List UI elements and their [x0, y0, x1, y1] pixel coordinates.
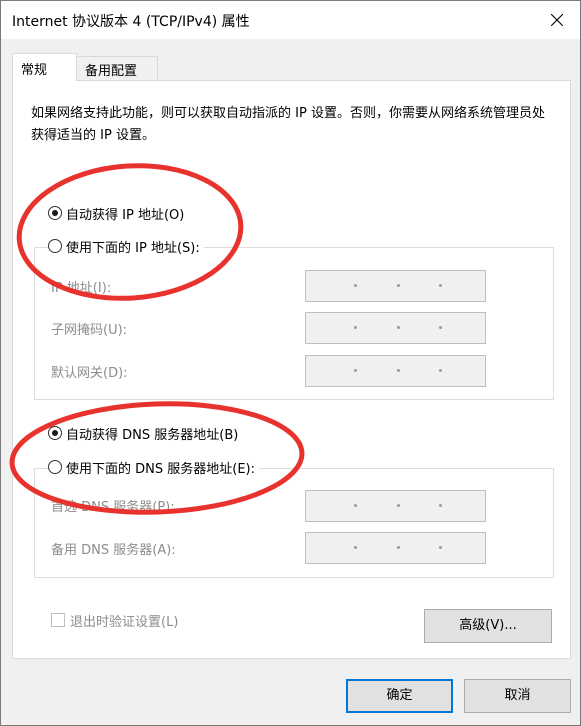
preferred-dns-input[interactable]: [305, 490, 486, 522]
default-gateway-input[interactable]: [305, 355, 486, 387]
manual-dns-radio-indicator: [48, 460, 62, 474]
close-button[interactable]: [534, 1, 580, 39]
validate-on-exit-checkbox-box: [51, 613, 65, 627]
tab-alternate-configuration[interactable]: 备用配置: [76, 56, 158, 82]
tab-alternate-label: 备用配置: [85, 64, 138, 79]
validate-on-exit-label: 退出时验证设置(L): [70, 614, 179, 630]
properties-dialog: Internet 协议版本 4 (TCP/IPv4) 属性 常规 备用配置 如果…: [0, 0, 581, 726]
ip-address-input[interactable]: [305, 270, 486, 302]
ip-address-label: IP 地址(I):: [51, 281, 112, 296]
general-tab-panel: 如果网络支持此功能，则可以获取自动指派的 IP 设置。否则，你需要从网络系统管理…: [12, 80, 571, 659]
cancel-button[interactable]: 取消: [464, 679, 571, 713]
auto-dns-radio-indicator: [48, 426, 62, 440]
description-text: 如果网络支持此功能，则可以获取自动指派的 IP 设置。否则，你需要从网络系统管理…: [31, 106, 545, 143]
default-gateway-label: 默认网关(D):: [51, 366, 128, 381]
validate-on-exit-checkbox[interactable]: 退出时验证设置(L): [51, 611, 179, 630]
subnet-mask-input[interactable]: [305, 312, 486, 344]
preferred-dns-label: 首选 DNS 服务器(P):: [51, 500, 175, 515]
tab-general-label: 常规: [21, 63, 48, 78]
auto-ip-radio-indicator: [48, 206, 62, 220]
manual-dns-label: 使用下面的 DNS 服务器地址(E):: [66, 461, 255, 477]
tab-general[interactable]: 常规: [12, 53, 77, 81]
title-bar: Internet 协议版本 4 (TCP/IPv4) 属性: [1, 1, 580, 39]
alternate-dns-label: 备用 DNS 服务器(A):: [51, 543, 176, 558]
advanced-button[interactable]: 高级(V)...: [424, 609, 552, 643]
manual-ip-radio-indicator: [48, 239, 62, 253]
manual-ip-label: 使用下面的 IP 地址(S):: [66, 240, 200, 256]
manual-dns-radio[interactable]: 使用下面的 DNS 服务器地址(E):: [48, 457, 259, 477]
auto-dns-label: 自动获得 DNS 服务器地址(B): [66, 427, 239, 443]
auto-dns-radio[interactable]: 自动获得 DNS 服务器地址(B): [48, 423, 238, 443]
alternate-dns-input[interactable]: [305, 532, 486, 564]
auto-ip-radio[interactable]: 自动获得 IP 地址(O): [48, 203, 184, 223]
ok-button[interactable]: 确定: [346, 679, 453, 713]
subnet-mask-label: 子网掩码(U):: [51, 323, 128, 338]
close-icon: [551, 14, 563, 26]
auto-ip-label: 自动获得 IP 地址(O): [66, 207, 185, 223]
manual-ip-radio[interactable]: 使用下面的 IP 地址(S):: [48, 236, 204, 256]
window-title: Internet 协议版本 4 (TCP/IPv4) 属性: [12, 14, 250, 30]
